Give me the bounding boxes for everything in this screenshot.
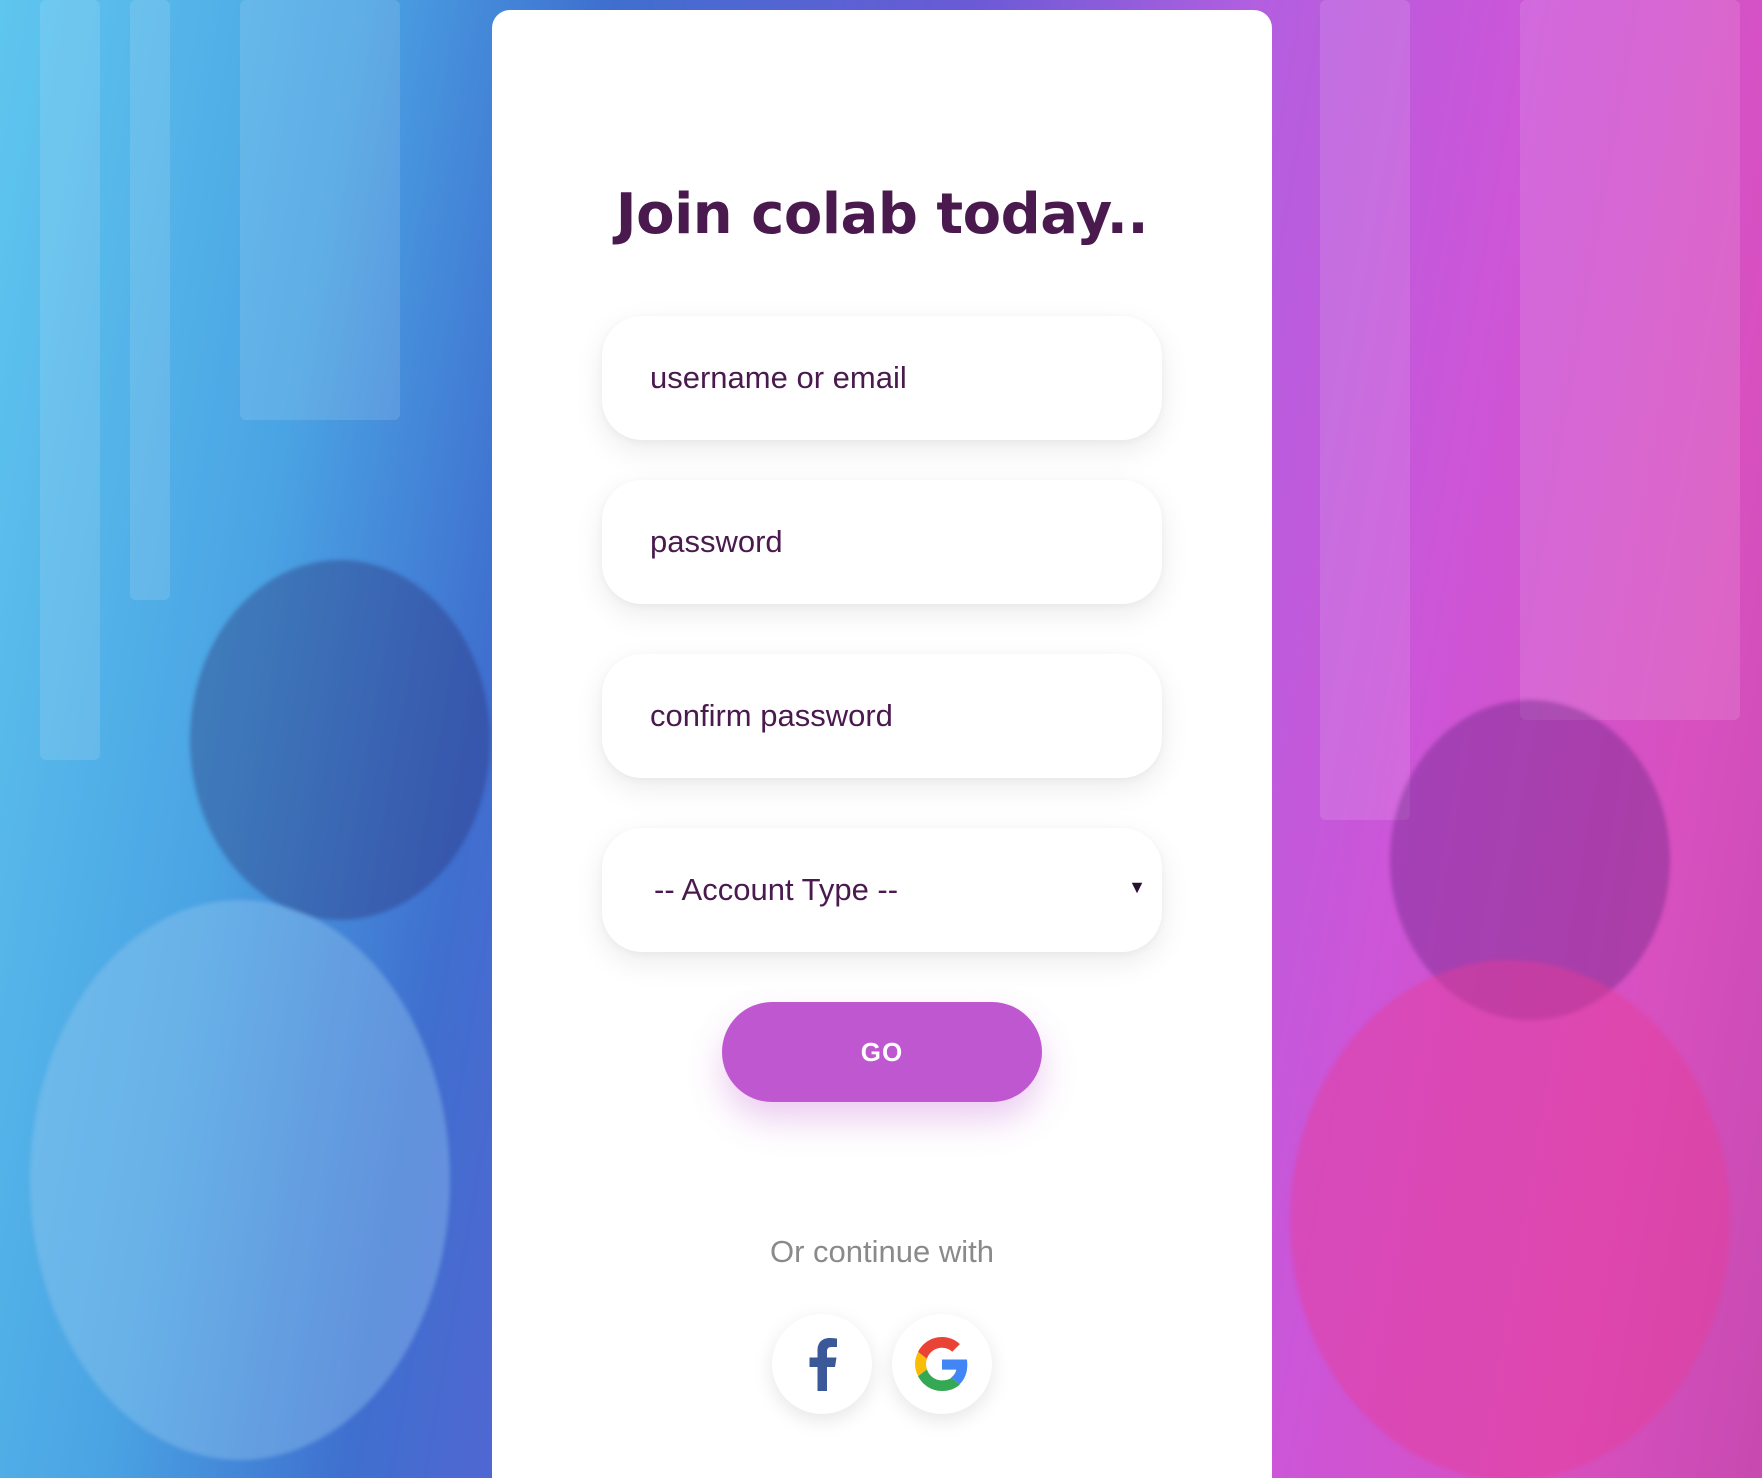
background-shelf <box>1520 0 1740 720</box>
password-input[interactable] <box>648 523 1162 561</box>
background-shelf <box>240 0 400 420</box>
signup-card: Join colab today.. -- Account Type -- ▼ … <box>492 10 1272 1478</box>
username-input[interactable] <box>648 359 1162 397</box>
go-button[interactable]: GO <box>722 1002 1042 1102</box>
confirm-password-field[interactable] <box>602 654 1162 778</box>
caret-down-icon: ▼ <box>1128 876 1146 897</box>
background-shelf <box>40 0 100 760</box>
or-continue-text: Or continue with <box>770 1234 994 1269</box>
google-icon <box>915 1337 968 1391</box>
facebook-login-button[interactable] <box>772 1314 872 1414</box>
background-shelf <box>130 0 170 600</box>
background-figure <box>1290 960 1730 1478</box>
google-login-button[interactable] <box>892 1314 992 1414</box>
confirm-password-input[interactable] <box>648 697 1162 735</box>
page-title: Join colab today.. <box>615 182 1149 247</box>
social-login-row <box>772 1314 992 1414</box>
account-type-value: -- Account Type -- <box>654 872 899 907</box>
page-background: Join colab today.. -- Account Type -- ▼ … <box>0 0 1762 1478</box>
account-type-select[interactable]: -- Account Type -- ▼ <box>602 828 1162 952</box>
background-figure <box>190 560 490 920</box>
background-figure <box>30 900 450 1460</box>
background-shelf <box>1320 0 1410 820</box>
password-field[interactable] <box>602 480 1162 604</box>
facebook-icon <box>809 1338 837 1391</box>
username-field[interactable] <box>602 316 1162 440</box>
